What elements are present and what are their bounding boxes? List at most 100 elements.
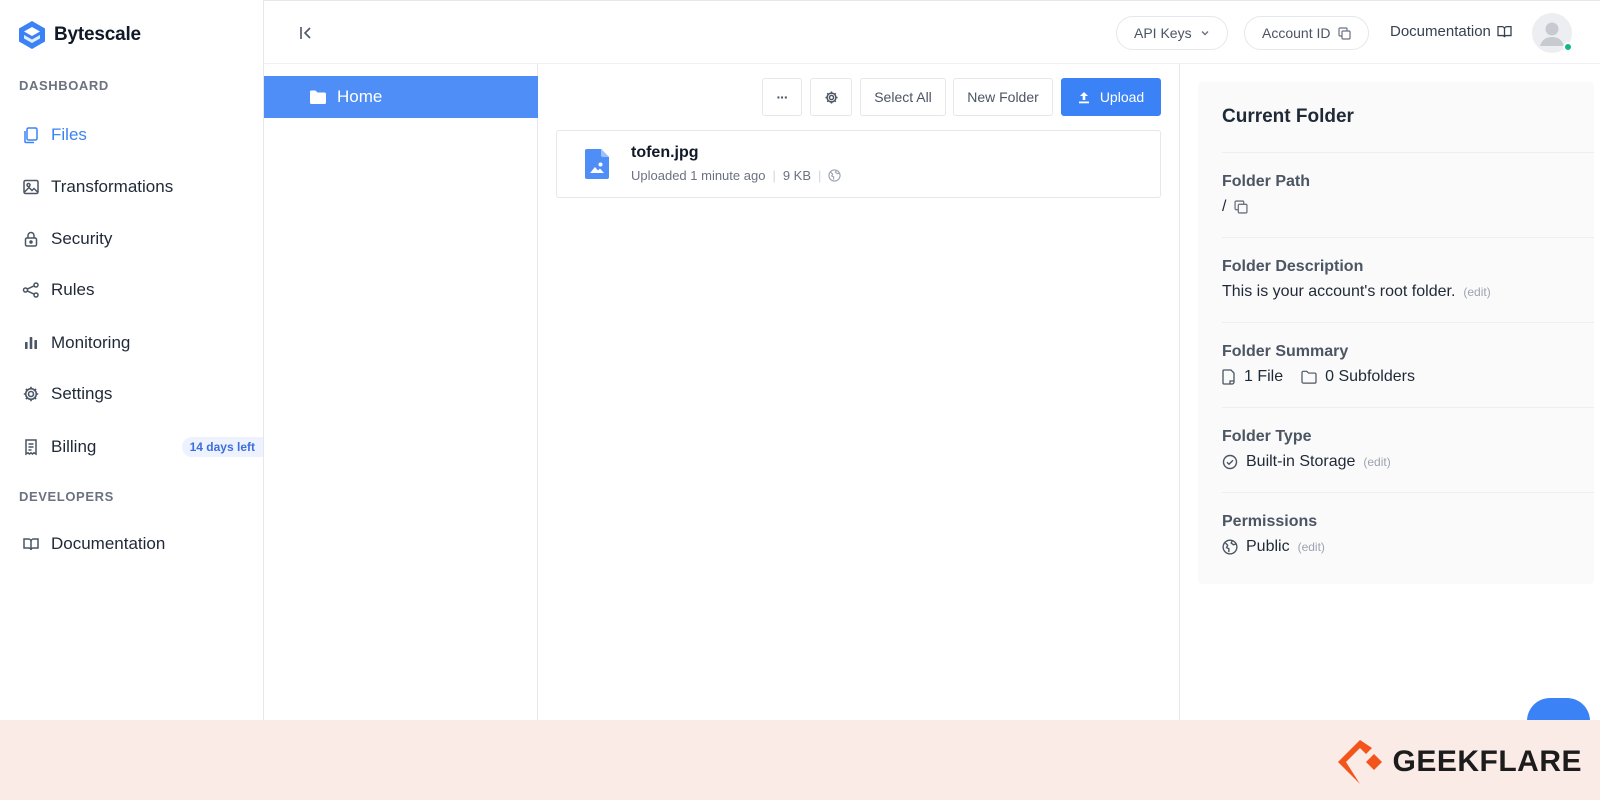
sidebar-item-label: Transformations: [51, 177, 174, 196]
folder-type-text: Built-in Storage: [1246, 453, 1356, 470]
folder-summary-value: 1 File 0 Subfolders: [1222, 368, 1415, 386]
new-folder-label: New Folder: [967, 89, 1039, 105]
permissions-value: Public (edit): [1222, 538, 1325, 556]
bar-chart-icon: [22, 334, 40, 352]
file-name: tofen.jpg: [631, 144, 699, 161]
sidebar-item-security[interactable]: Security: [22, 221, 263, 257]
upload-icon: [1078, 91, 1089, 103]
divider: [1222, 407, 1594, 408]
sidebar-item-label: Billing: [51, 437, 97, 456]
section-label-developers: DEVELOPERS: [19, 489, 114, 504]
folder-settings-button[interactable]: [810, 78, 852, 116]
folder-path-value: /: [1222, 198, 1249, 216]
sidebar-item-documentation[interactable]: Documentation: [22, 526, 263, 562]
sidebar: Bytescale DASHBOARD Files Transformation…: [0, 0, 264, 720]
image-icon: [22, 178, 40, 196]
top-bar: API Keys Account ID Documentation: [264, 0, 1600, 64]
file-browser: ··· Select All New Folder Upload tofen.j…: [538, 64, 1180, 720]
edit-type-link[interactable]: (edit): [1363, 455, 1390, 469]
sidebar-item-label: Monitoring: [51, 333, 131, 352]
folder-description-text: This is your account's root folder.: [1222, 283, 1456, 300]
permissions-text: Public: [1246, 538, 1290, 555]
share-icon: [22, 281, 40, 299]
globe-icon: [828, 169, 842, 182]
edit-description-link[interactable]: (edit): [1463, 285, 1490, 299]
subfolder-count: 0 Subfolders: [1325, 368, 1415, 385]
new-folder-button[interactable]: New Folder: [953, 78, 1053, 116]
footer-banner: GEEKFLARE: [0, 720, 1600, 800]
collapse-icon: [300, 27, 311, 39]
divider: [1222, 492, 1594, 493]
sidebar-item-label: Documentation: [51, 534, 166, 553]
select-all-label: Select All: [874, 89, 932, 105]
divider: [1222, 322, 1594, 323]
documentation-link[interactable]: Documentation: [1390, 23, 1512, 40]
folder-icon: [1301, 370, 1317, 384]
sidebar-item-label: Settings: [51, 384, 113, 403]
files-icon: [22, 126, 40, 144]
meta-separator: |: [818, 168, 822, 183]
geekflare-logo: GEEKFLARE: [1336, 738, 1582, 786]
account-id-button[interactable]: Account ID: [1244, 16, 1370, 50]
brand-name: Bytescale: [54, 24, 141, 45]
sidebar-item-label: Rules: [51, 280, 95, 299]
online-status-indicator: [1563, 42, 1573, 52]
api-keys-label: API Keys: [1134, 25, 1192, 41]
sidebar-item-billing[interactable]: Billing 14 days left: [22, 429, 263, 465]
sidebar-item-monitoring[interactable]: Monitoring: [22, 325, 263, 361]
documentation-label: Documentation: [1390, 23, 1491, 40]
file-meta: Uploaded 1 minute ago | 9 KB |: [631, 168, 842, 183]
more-icon: ···: [776, 89, 789, 105]
sidebar-item-label: Files: [51, 125, 87, 144]
check-circle-icon: [1222, 454, 1238, 470]
account-id-label: Account ID: [1262, 25, 1331, 41]
select-all-button[interactable]: Select All: [860, 78, 946, 116]
geekflare-logo-icon: [1338, 740, 1383, 784]
receipt-icon: [22, 438, 40, 456]
sidebar-item-files[interactable]: Files: [22, 117, 263, 153]
folder-path-text: /: [1222, 198, 1227, 215]
chevron-down-icon: [1201, 31, 1209, 36]
file-row[interactable]: tofen.jpg Uploaded 1 minute ago | 9 KB |: [556, 130, 1161, 198]
sidebar-item-label: Security: [51, 229, 113, 248]
divider: [1222, 237, 1594, 238]
image-file-icon: [585, 149, 609, 179]
folder-type-label: Folder Type: [1222, 428, 1312, 445]
file-uploaded-time: Uploaded 1 minute ago: [631, 168, 766, 183]
folder-path-label: Folder Path: [1222, 173, 1311, 190]
sidebar-item-settings[interactable]: Settings: [22, 376, 263, 412]
tree-item-label: Home: [337, 87, 383, 106]
more-options-button[interactable]: ···: [762, 78, 802, 116]
section-label-dashboard: DASHBOARD: [19, 78, 109, 93]
gear-icon: [825, 91, 837, 103]
folder-description-value: This is your account's root folder. (edi…: [1222, 283, 1491, 301]
panel-title: Current Folder: [1222, 106, 1354, 127]
upload-button[interactable]: Upload: [1061, 78, 1161, 116]
file-icon: [1222, 369, 1235, 385]
file-size: 9 KB: [782, 168, 812, 183]
tree-item-home[interactable]: Home: [264, 76, 538, 118]
book-icon: [1497, 25, 1512, 38]
upload-label: Upload: [1099, 89, 1145, 105]
edit-permissions-link[interactable]: (edit): [1298, 540, 1325, 554]
sidebar-item-transformations[interactable]: Transformations: [22, 169, 263, 205]
copy-icon: [1338, 26, 1352, 40]
trial-badge: 14 days left: [181, 437, 263, 457]
brand-logo[interactable]: Bytescale: [18, 20, 141, 50]
globe-icon: [1222, 539, 1238, 555]
copy-icon[interactable]: [1234, 200, 1249, 214]
folder-description-label: Folder Description: [1222, 258, 1364, 275]
book-icon: [22, 535, 40, 553]
permissions-label: Permissions: [1222, 513, 1318, 530]
sidebar-item-rules[interactable]: Rules: [22, 272, 263, 308]
folder-details-panel: Current Folder Folder Path / Folder Desc…: [1198, 82, 1594, 584]
lock-icon: [22, 230, 40, 248]
api-keys-dropdown[interactable]: API Keys: [1116, 16, 1228, 50]
folder-tree: Home: [264, 64, 538, 720]
folder-summary-label: Folder Summary: [1222, 343, 1349, 360]
collapse-sidebar-button[interactable]: [296, 23, 316, 43]
geekflare-wordmark: GEEKFLARE: [1392, 745, 1582, 778]
meta-separator: |: [772, 168, 776, 183]
bytescale-logo-icon: [19, 21, 45, 49]
folder-type-value: Built-in Storage (edit): [1222, 453, 1391, 471]
